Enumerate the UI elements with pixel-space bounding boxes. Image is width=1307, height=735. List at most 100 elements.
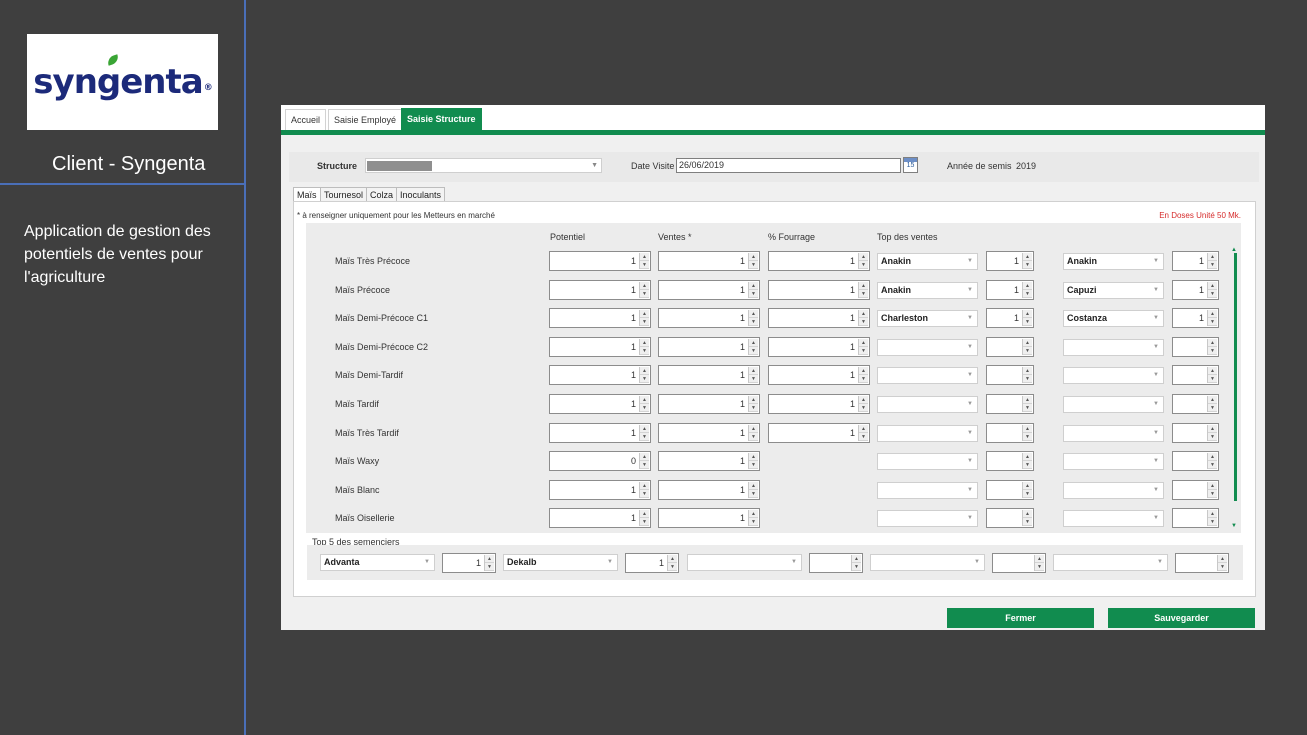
calendar-icon[interactable]: 15 — [903, 157, 918, 173]
spinner-arrows-icon[interactable]: ▲ ▼ — [858, 424, 868, 441]
top1-select[interactable]: ▼ — [877, 396, 978, 413]
tab-accueil[interactable]: Accueil — [285, 109, 327, 130]
fourrage-input[interactable]: 1 ▲ ▼ — [768, 251, 870, 271]
top2-select[interactable]: ▼ — [1063, 396, 1164, 413]
top2-select[interactable]: ▼ — [1063, 367, 1164, 385]
top1-qty-input[interactable]: ▲ ▼ — [986, 394, 1034, 414]
spinner-arrows-icon[interactable]: ▲ ▼ — [748, 510, 758, 527]
top1-select[interactable]: ▼ — [877, 510, 978, 528]
spinner-arrows-icon[interactable]: ▲ ▼ — [1207, 310, 1217, 327]
top1-select[interactable]: Charleston ▼ — [877, 310, 978, 328]
spinner-arrows-icon[interactable]: ▲ ▼ — [851, 555, 861, 571]
top1-qty-input[interactable]: ▲ ▼ — [986, 508, 1034, 529]
spinner-arrows-icon[interactable]: ▲ ▼ — [858, 367, 868, 384]
top2-qty-input[interactable]: ▲ ▼ — [1172, 394, 1219, 414]
top2-select[interactable]: Costanza ▼ — [1063, 310, 1164, 328]
spinner-arrows-icon[interactable]: ▲ ▼ — [484, 555, 494, 571]
top1-select[interactable]: ▼ — [877, 453, 978, 471]
spinner-arrows-icon[interactable]: ▲ ▼ — [639, 510, 649, 527]
spinner-arrows-icon[interactable]: ▲ ▼ — [748, 310, 758, 327]
sauvegarder-button[interactable]: Sauvegarder — [1108, 608, 1255, 628]
spinner-arrows-icon[interactable]: ▲ ▼ — [1207, 253, 1217, 269]
ventes-input[interactable]: 1 ▲ ▼ — [658, 479, 760, 500]
spinner-arrows-icon[interactable]: ▲ ▼ — [748, 253, 758, 269]
fourrage-input[interactable]: 1 ▲ ▼ — [768, 308, 870, 329]
fourrage-input[interactable]: 1 ▲ ▼ — [768, 279, 870, 300]
spinner-arrows-icon[interactable]: ▲ ▼ — [1207, 396, 1217, 412]
top2-select[interactable]: Anakin ▼ — [1063, 253, 1164, 270]
top2-qty-input[interactable]: 1 ▲ ▼ — [1172, 279, 1219, 300]
semencier-qty-input[interactable]: ▲ ▼ — [809, 553, 863, 573]
ventes-input[interactable]: 1 ▲ ▼ — [658, 394, 760, 414]
potentiel-input[interactable]: 1 ▲ ▼ — [549, 251, 651, 271]
potentiel-input[interactable]: 1 ▲ ▼ — [549, 308, 651, 329]
spinner-arrows-icon[interactable]: ▲ ▼ — [639, 253, 649, 269]
top2-qty-input[interactable]: ▲ ▼ — [1172, 479, 1219, 500]
spinner-arrows-icon[interactable]: ▲ ▼ — [748, 338, 758, 355]
tab-saisie-structure[interactable]: Saisie Structure — [401, 108, 482, 130]
top1-select[interactable]: Anakin ▼ — [877, 253, 978, 270]
potentiel-input[interactable]: 1 ▲ ▼ — [549, 365, 651, 386]
spinner-arrows-icon[interactable]: ▲ ▼ — [858, 396, 868, 412]
spinner-arrows-icon[interactable]: ▲ ▼ — [858, 310, 868, 327]
spinner-arrows-icon[interactable]: ▲ ▼ — [639, 481, 649, 498]
top1-qty-input[interactable]: ▲ ▼ — [986, 451, 1034, 472]
top2-select[interactable]: Capuzi ▼ — [1063, 281, 1164, 299]
fourrage-input[interactable]: 1 ▲ ▼ — [768, 365, 870, 386]
top1-qty-input[interactable]: ▲ ▼ — [986, 422, 1034, 443]
spinner-arrows-icon[interactable]: ▲ ▼ — [748, 453, 758, 470]
top2-qty-input[interactable]: ▲ ▼ — [1172, 508, 1219, 529]
scrollbar[interactable] — [1234, 253, 1237, 501]
spinner-arrows-icon[interactable]: ▲ ▼ — [1207, 453, 1217, 470]
top1-select[interactable]: ▼ — [877, 424, 978, 442]
spinner-arrows-icon[interactable]: ▲ ▼ — [1207, 424, 1217, 441]
spinner-arrows-icon[interactable]: ▲ ▼ — [748, 396, 758, 412]
top2-qty-input[interactable]: ▲ ▼ — [1172, 336, 1219, 357]
structure-select[interactable]: ▼ — [365, 158, 602, 173]
fourrage-input[interactable]: 1 ▲ ▼ — [768, 422, 870, 443]
spinner-arrows-icon[interactable]: ▲ ▼ — [1022, 396, 1032, 412]
spinner-arrows-icon[interactable]: ▲ ▼ — [1022, 424, 1032, 441]
semencier-select[interactable]: Dekalb ▼ — [503, 554, 618, 571]
ventes-input[interactable]: 1 ▲ ▼ — [658, 251, 760, 271]
semencier-qty-input[interactable]: 1 ▲ ▼ — [442, 553, 496, 573]
ventes-input[interactable]: 1 ▲ ▼ — [658, 422, 760, 443]
spinner-arrows-icon[interactable]: ▲ ▼ — [1022, 481, 1032, 498]
spinner-arrows-icon[interactable]: ▲ ▼ — [1022, 310, 1032, 327]
top2-select[interactable]: ▼ — [1063, 338, 1164, 356]
spinner-arrows-icon[interactable]: ▲ ▼ — [1034, 555, 1044, 571]
potentiel-input[interactable]: 1 ▲ ▼ — [549, 394, 651, 414]
potentiel-input[interactable]: 1 ▲ ▼ — [549, 279, 651, 300]
spinner-arrows-icon[interactable]: ▲ ▼ — [748, 481, 758, 498]
spinner-arrows-icon[interactable]: ▲ ▼ — [639, 424, 649, 441]
spinner-arrows-icon[interactable]: ▲ ▼ — [748, 281, 758, 298]
spinner-arrows-icon[interactable]: ▲ ▼ — [858, 281, 868, 298]
ventes-input[interactable]: 1 ▲ ▼ — [658, 336, 760, 357]
scroll-down-icon[interactable]: ▼ — [1231, 523, 1237, 529]
semencier-select[interactable]: Advanta ▼ — [320, 554, 435, 571]
top2-qty-input[interactable]: 1 ▲ ▼ — [1172, 251, 1219, 271]
spinner-arrows-icon[interactable]: ▲ ▼ — [1022, 281, 1032, 298]
top2-select[interactable]: ▼ — [1063, 424, 1164, 442]
top2-qty-input[interactable]: 1 ▲ ▼ — [1172, 308, 1219, 329]
spinner-arrows-icon[interactable]: ▲ ▼ — [1207, 367, 1217, 384]
spinner-arrows-icon[interactable]: ▲ ▼ — [639, 453, 649, 470]
fourrage-input[interactable]: 1 ▲ ▼ — [768, 394, 870, 414]
spinner-arrows-icon[interactable]: ▲ ▼ — [1022, 510, 1032, 527]
spinner-arrows-icon[interactable]: ▲ ▼ — [748, 367, 758, 384]
spinner-arrows-icon[interactable]: ▲ ▼ — [667, 555, 677, 571]
ventes-input[interactable]: 1 ▲ ▼ — [658, 308, 760, 329]
top1-qty-input[interactable]: ▲ ▼ — [986, 336, 1034, 357]
ventes-input[interactable]: 1 ▲ ▼ — [658, 451, 760, 472]
semencier-select[interactable]: ▼ — [1053, 554, 1168, 571]
spinner-arrows-icon[interactable]: ▲ ▼ — [1207, 338, 1217, 355]
spinner-arrows-icon[interactable]: ▲ ▼ — [1022, 253, 1032, 269]
spinner-arrows-icon[interactable]: ▲ ▼ — [1207, 481, 1217, 498]
top1-select[interactable]: ▼ — [877, 367, 978, 385]
spinner-arrows-icon[interactable]: ▲ ▼ — [858, 338, 868, 355]
top2-qty-input[interactable]: ▲ ▼ — [1172, 422, 1219, 443]
semencier-qty-input[interactable]: ▲ ▼ — [992, 553, 1046, 573]
spinner-arrows-icon[interactable]: ▲ ▼ — [1022, 453, 1032, 470]
top1-qty-input[interactable]: ▲ ▼ — [986, 479, 1034, 500]
tab-colza[interactable]: Colza — [366, 187, 398, 202]
